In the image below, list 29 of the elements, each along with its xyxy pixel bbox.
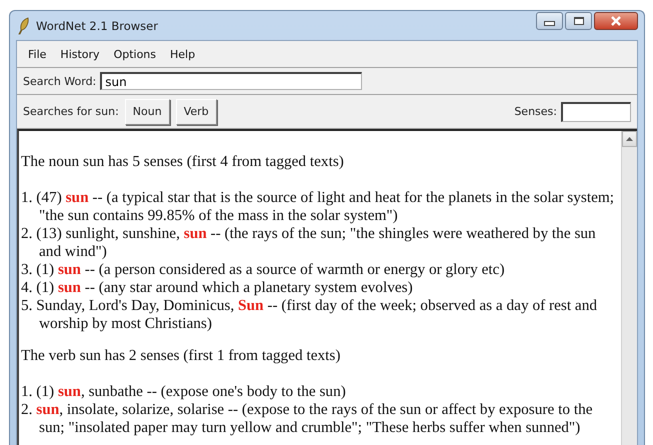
sense-entry: 5. Sunday, Lord's Day, Dominicus, Sun -- (first day of the week; observed as a day of rest and worship by most Christians) xyxy=(21,297,598,333)
senses-field[interactable] xyxy=(561,102,631,122)
sense-entry: 1. (1) sun, sunbathe -- (expose one's body to the sun) xyxy=(21,383,347,401)
maximize-button[interactable] xyxy=(565,12,592,30)
part-of-speech-button[interactable]: Noun xyxy=(124,98,170,124)
scroll-up-button[interactable] xyxy=(622,131,637,147)
result-heading: The verb sun has 2 senses (first 1 from tagged texts) xyxy=(21,347,342,365)
scrollbar[interactable] xyxy=(621,131,637,445)
search-field[interactable]: sun xyxy=(100,72,362,90)
sense-entry: 2. (13) sunlight, sunshine, sun -- (the rays of the sun; "the shingles were weathered by the sun and wind") xyxy=(21,225,597,261)
sense-entry: 1. (47) sun -- (a typical star that is the source of light and heat for the planets in the solar system; "the sun contains 99.85% of the mass in the solar system") xyxy=(21,189,616,225)
feather-icon xyxy=(18,16,30,34)
part-of-speech-button[interactable]: Verb xyxy=(176,98,217,124)
sense-entry: 2. sun, insolate, solarize, solarise -- (expose to the rays of the sun or affect by exposure to the sun; "insolated paper may turn yellow and crumble"; "These herbs suffer when sunned") xyxy=(21,401,594,437)
searches-label: Searches for sun: xyxy=(23,105,119,118)
menu-item[interactable]: File xyxy=(21,48,54,60)
senses-label: Senses: xyxy=(514,105,557,118)
result-heading: The noun sun has 5 senses (first 4 from tagged texts) xyxy=(21,153,345,171)
menu-item[interactable]: Options xyxy=(106,48,164,60)
window-title: WordNet 2.1 Browser xyxy=(36,18,158,32)
close-icon xyxy=(610,16,622,26)
sense-entry: 4. (1) sun -- (any star around which a planetary system evolves) xyxy=(21,279,414,297)
minimize-button[interactable] xyxy=(536,12,563,30)
menu-item[interactable]: History xyxy=(53,48,107,60)
search-label: Search Word: xyxy=(23,74,96,88)
sense-entry: 3. (1) sun -- (a person considered as a source of warmth or energy or glory etc) xyxy=(21,261,506,279)
up-arrow-icon xyxy=(626,137,633,141)
menu-item[interactable]: Help xyxy=(163,48,202,60)
close-button[interactable] xyxy=(594,12,638,30)
